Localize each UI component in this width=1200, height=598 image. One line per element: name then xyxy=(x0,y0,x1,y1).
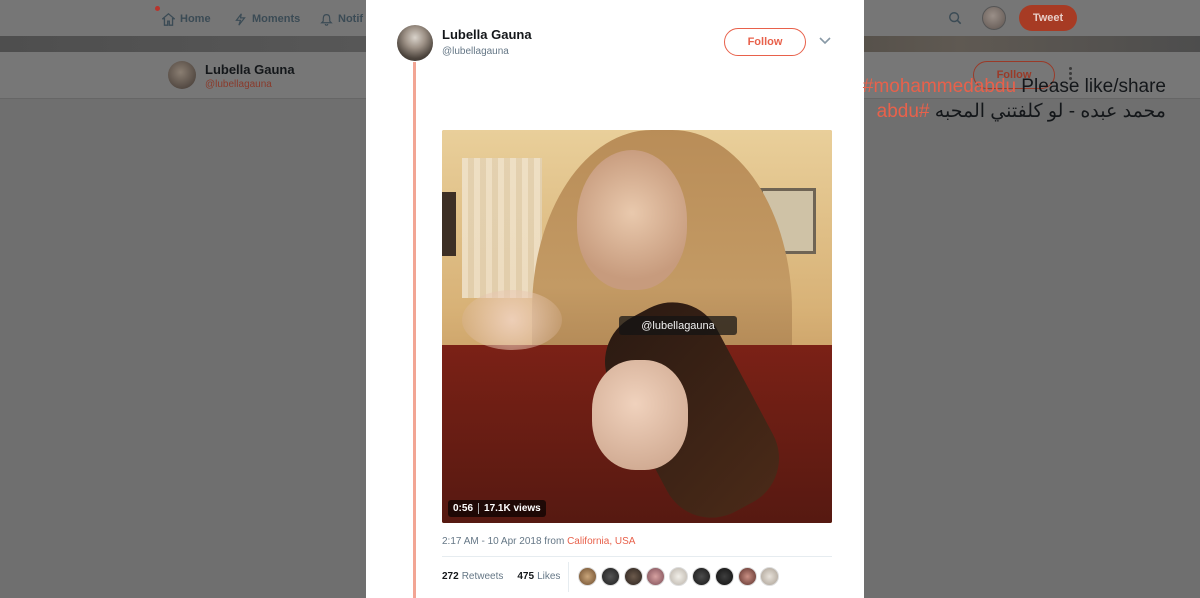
retweets-label: Retweets xyxy=(461,571,504,582)
profile-name[interactable]: Lubella Gauna xyxy=(205,62,295,77)
author-avatar[interactable] xyxy=(397,25,433,61)
divider xyxy=(442,556,832,557)
search-icon[interactable] xyxy=(948,11,962,25)
liker-avatar[interactable] xyxy=(760,567,780,586)
hashtag-abdu[interactable]: #abdu xyxy=(877,101,930,122)
video-stats-badge: 0:56 17.1K views xyxy=(448,500,546,517)
follow-button[interactable]: Follow xyxy=(724,28,806,56)
tweet-timestamp[interactable]: 2:17 AM - 10 Apr 2018 from xyxy=(442,536,567,547)
liker-avatar[interactable] xyxy=(737,567,757,586)
video-duration: 0:56 xyxy=(453,503,474,514)
likes-stat[interactable]: 475 Likes xyxy=(517,571,560,582)
moments-icon xyxy=(235,12,246,26)
video-views: 17.1K views xyxy=(484,503,541,514)
engagement-stats: 272 Retweets 475 Likes xyxy=(442,571,560,582)
liker-avatar[interactable] xyxy=(669,567,689,586)
liker-avatar[interactable] xyxy=(691,567,711,586)
liker-avatar[interactable] xyxy=(623,567,643,586)
profile-handle[interactable]: @lubellagauna xyxy=(205,79,272,90)
tweet-text-1: Please like/share xyxy=(1016,76,1166,97)
likes-count: 475 xyxy=(517,571,535,582)
liker-avatars xyxy=(578,567,783,586)
liker-avatar[interactable] xyxy=(578,567,597,586)
home-icon xyxy=(162,12,175,26)
liker-avatar[interactable] xyxy=(714,567,734,586)
nav-moments[interactable]: Moments xyxy=(234,10,300,28)
tweet-location[interactable]: California, USA xyxy=(567,536,635,547)
author-name[interactable]: Lubella Gauna xyxy=(442,27,532,42)
profile-avatar[interactable] xyxy=(168,61,196,89)
tweet-metadata: 2:17 AM - 10 Apr 2018 from California, U… xyxy=(442,536,635,547)
new-notification-dot xyxy=(155,6,160,11)
liker-avatar[interactable] xyxy=(600,567,620,586)
author-handle[interactable]: @lubellagauna xyxy=(442,46,509,57)
nav-notifications-label: Notif xyxy=(338,13,364,25)
likes-label: Likes xyxy=(537,571,561,582)
tweet-line-1: #mohammedabdu Please like/share xyxy=(746,74,1166,99)
nav-home-label: Home xyxy=(180,13,211,25)
nav-moments-label: Moments xyxy=(252,13,301,25)
video-player[interactable]: @lubellagauna 0:56 17.1K views xyxy=(442,130,832,523)
retweets-stat[interactable]: 272 Retweets xyxy=(442,571,503,582)
nav-notifications[interactable]: Notif xyxy=(320,10,363,28)
liker-avatar[interactable] xyxy=(646,567,666,586)
tweet-text: #mohammedabdu Please like/share محمد عبد… xyxy=(746,74,1166,124)
compose-tweet-button[interactable]: Tweet xyxy=(1019,5,1077,31)
account-avatar[interactable] xyxy=(982,6,1006,30)
tweet-arabic-text: محمد عبده - لو كلفتني المحبه xyxy=(929,101,1166,122)
thread-line xyxy=(413,62,416,598)
stats-separator xyxy=(568,562,569,592)
video-watermark: @lubellagauna xyxy=(619,316,737,335)
notifications-icon xyxy=(320,13,333,26)
retweets-count: 272 xyxy=(442,571,459,582)
tweet-line-2: محمد عبده - لو كلفتني المحبه #abdu xyxy=(746,99,1166,124)
hashtag-mohammedabdu[interactable]: #mohammedabdu xyxy=(863,76,1016,97)
nav-home[interactable]: Home xyxy=(162,10,211,28)
chevron-down-icon[interactable] xyxy=(819,37,831,45)
